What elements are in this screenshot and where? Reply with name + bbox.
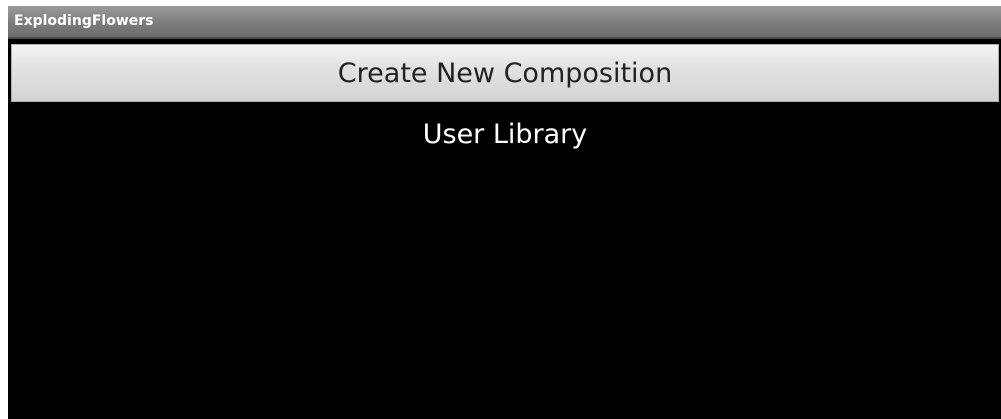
- create-new-composition-button[interactable]: Create New Composition: [11, 44, 999, 102]
- user-library-button[interactable]: User Library: [11, 106, 999, 164]
- title-bar: ExplodingFlowers: [8, 6, 1001, 39]
- menu-item-label: Create New Composition: [337, 58, 673, 89]
- app-title: ExplodingFlowers: [14, 13, 154, 29]
- menu-item-label: User Library: [422, 119, 588, 150]
- app-screen: ExplodingFlowers Create New Composition …: [8, 6, 1001, 419]
